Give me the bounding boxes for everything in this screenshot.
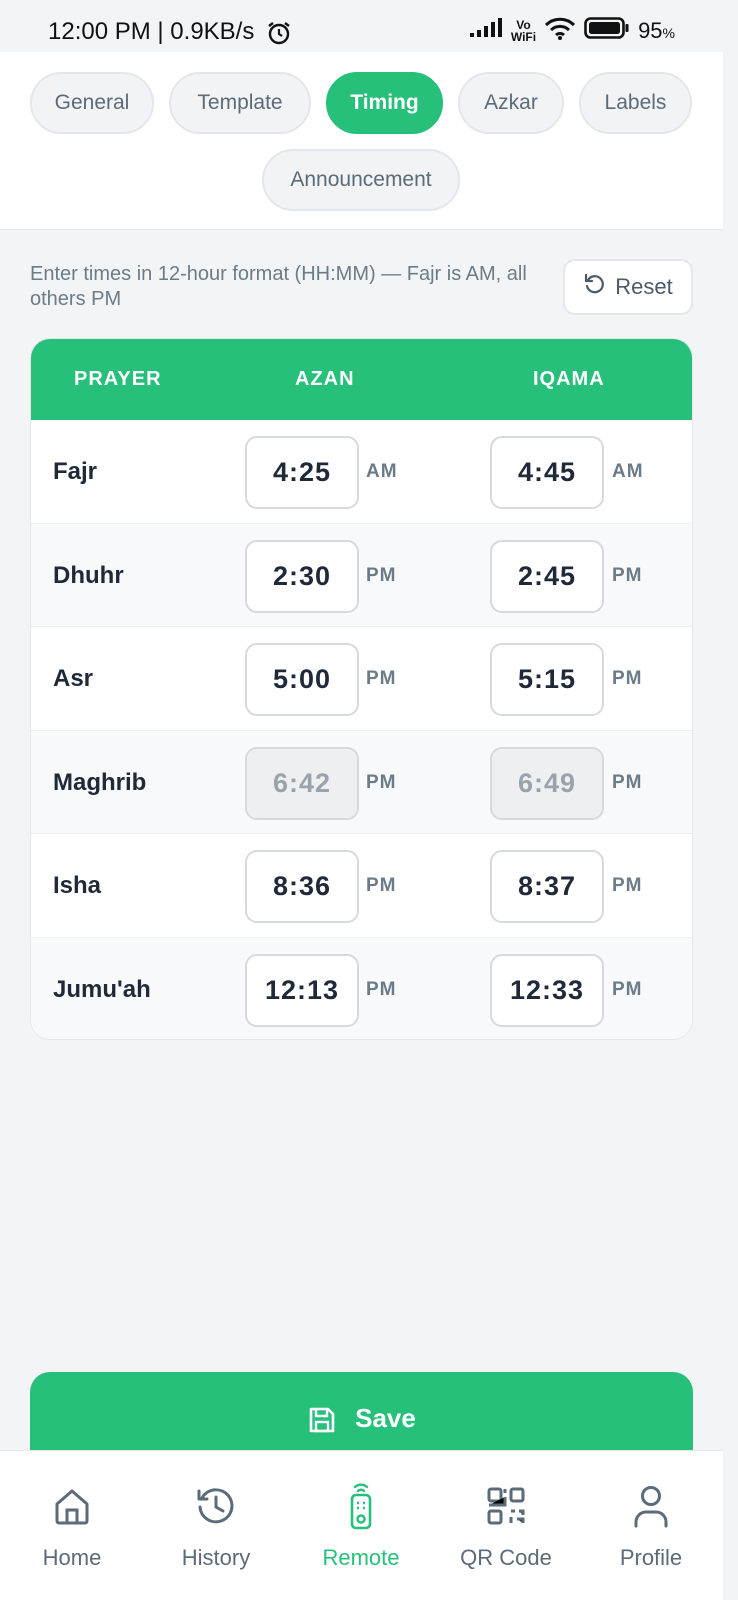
iqama-time-input[interactable]: 4:45 [490, 436, 604, 509]
header-iqama: IQAMA [533, 368, 605, 390]
wifi-icon [544, 16, 576, 45]
prayer-name: Asr [53, 665, 94, 692]
azan-period: AM [366, 461, 398, 482]
alarm-icon [266, 20, 292, 51]
save-icon [307, 1405, 337, 1442]
azan-period: PM [366, 771, 397, 793]
azan-time-input[interactable]: 2:30 [245, 539, 359, 613]
nav-home[interactable]: Home [0, 1451, 144, 1600]
nav-history-label: History [181, 1545, 251, 1570]
battery-percent: 95% [638, 17, 675, 43]
tab-general[interactable]: General [30, 72, 154, 134]
nav-remote[interactable]: Remote [289, 1451, 433, 1600]
table-row: Asr 5:00 PM 5:15 PM [31, 627, 692, 731]
header-prayer: PRAYER [74, 368, 162, 390]
prayer-name: Jumu'ah [53, 975, 151, 1003]
tab-announcement[interactable]: Announcement [262, 149, 460, 211]
reset-label: Reset [615, 274, 673, 299]
iqama-time-input[interactable]: 2:45 [490, 539, 604, 613]
nav-history[interactable]: History [144, 1451, 288, 1600]
battery-icon [584, 16, 630, 45]
status-time: 12:00 PM | 0.9KB/s [48, 18, 255, 45]
iqama-period: PM [612, 668, 643, 689]
nav-remote-label: Remote [322, 1545, 400, 1570]
table-row: Dhuhr 2:30 PM 2:45 PM [31, 523, 692, 627]
profile-icon [631, 1483, 671, 1529]
qr-code-icon [485, 1483, 527, 1529]
table-row: Isha 8:36 PM 8:37 PM [31, 834, 692, 938]
signal-icon [469, 18, 503, 43]
tab-labels[interactable]: Labels [579, 72, 692, 134]
reset-button[interactable]: Reset [563, 259, 693, 315]
status-bar: 12:00 PM | 0.9KB/s Vo WiFi 95% [0, 0, 723, 52]
azan-period: PM [366, 564, 397, 586]
remote-icon [346, 1483, 376, 1530]
nav-qr-code-label: QR Code [460, 1545, 552, 1570]
table-row: Maghrib 6:42 PM 6:49 PM [31, 730, 692, 834]
settings-tabs: General Template Timing Azkar Labels Ann… [0, 52, 723, 230]
azan-period: PM [366, 668, 397, 689]
iqama-period: PM [612, 875, 643, 896]
reset-icon [583, 272, 607, 302]
azan-time-input[interactable]: 4:25 [245, 436, 359, 509]
nav-profile-label: Profile [619, 1545, 683, 1570]
iqama-period: AM [612, 461, 644, 482]
iqama-time-input[interactable]: 12:33 [490, 953, 604, 1027]
prayer-name: Fajr [53, 458, 98, 485]
iqama-period: PM [612, 978, 643, 1000]
iqama-period: PM [612, 771, 643, 793]
history-icon [194, 1483, 238, 1529]
prayer-name: Dhuhr [53, 561, 124, 589]
iqama-time-input[interactable]: 8:37 [490, 850, 604, 923]
prayer-name: Maghrib [53, 768, 147, 796]
tab-timing[interactable]: Timing [326, 72, 443, 134]
status-icons: Vo WiFi 95% [469, 16, 675, 45]
nav-qr-code[interactable]: QR Code [434, 1451, 578, 1600]
tab-template[interactable]: Template [169, 72, 311, 134]
iqama-period: PM [612, 564, 643, 586]
azan-period: PM [366, 978, 397, 1000]
table-row: Fajr 4:25 AM 4:45 AM [31, 420, 692, 524]
format-hint: Enter times in 12-hour format (HH:MM) — … [30, 263, 527, 310]
header-azan: AZAN [295, 368, 355, 390]
iqama-time-input[interactable]: 5:15 [490, 643, 604, 716]
azan-time-input[interactable]: 8:36 [245, 850, 359, 923]
azan-time-input[interactable]: 12:13 [245, 953, 359, 1027]
nav-profile[interactable]: Profile [579, 1451, 723, 1600]
table-row: Jumu'ah 12:13 PM 12:33 PM [31, 937, 692, 1039]
azan-period: PM [366, 875, 397, 896]
save-label: Save [355, 1403, 416, 1433]
timing-table: PRAYER AZAN IQAMA Fajr 4:25 AM 4:45 AM Dhuhr 2… [30, 338, 693, 1040]
azan-time-input[interactable]: 5:00 [245, 643, 359, 716]
prayer-name: Isha [53, 872, 102, 899]
tab-azkar[interactable]: Azkar [458, 72, 564, 134]
home-icon [51, 1483, 93, 1529]
bottom-nav: Home History Remote QR Code Profile [0, 1450, 723, 1600]
vowifi-icon: Vo WiFi [510, 17, 537, 44]
nav-home-label: Home [42, 1545, 102, 1570]
azan-time-input: 6:42 [245, 746, 359, 820]
table-header: PRAYER AZAN IQAMA [31, 339, 692, 420]
iqama-time-input: 6:49 [490, 746, 604, 820]
